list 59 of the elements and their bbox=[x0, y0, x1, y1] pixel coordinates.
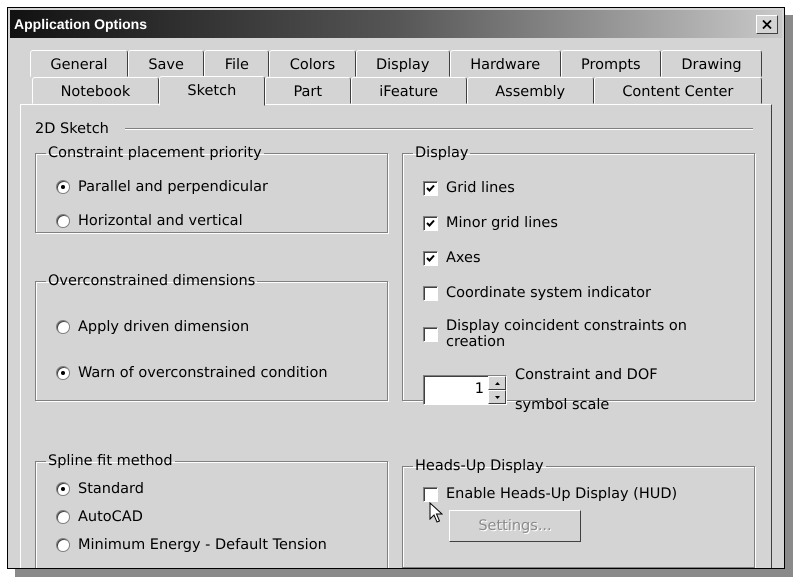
checkbox-label: Coordinate system indicator bbox=[446, 285, 651, 301]
checkbox-label: Enable Heads-Up Display (HUD) bbox=[446, 486, 678, 502]
tab[interactable]: Colors bbox=[269, 50, 356, 77]
radio-button[interactable] bbox=[56, 366, 70, 380]
radio-button[interactable] bbox=[56, 320, 70, 334]
radio-button[interactable] bbox=[56, 214, 70, 228]
window-title: Application Options bbox=[14, 16, 147, 32]
radio-button[interactable] bbox=[56, 482, 70, 496]
radio-label: AutoCAD bbox=[78, 509, 143, 525]
checkbox[interactable] bbox=[423, 286, 438, 300]
checkbox[interactable] bbox=[423, 486, 438, 502]
tab[interactable]: Drawing bbox=[660, 50, 762, 77]
spin-up-button[interactable] bbox=[488, 376, 506, 390]
section-title: 2D Sketch bbox=[35, 121, 109, 137]
group-title: Constraint placement priority bbox=[47, 145, 263, 161]
tab[interactable]: Assembly bbox=[466, 77, 594, 104]
spin-down-button[interactable] bbox=[488, 390, 506, 404]
cursor-icon bbox=[429, 502, 443, 524]
checkbox[interactable] bbox=[423, 250, 438, 266]
checkbox-label: Display coincident constraints on creation bbox=[446, 318, 688, 350]
checkbox-label: Axes bbox=[446, 250, 481, 266]
checkbox[interactable] bbox=[423, 180, 438, 196]
tab[interactable]: Display bbox=[356, 50, 450, 77]
tab[interactable]: Save bbox=[128, 50, 204, 77]
tab[interactable]: Part bbox=[264, 77, 351, 104]
radio-label: Warn of overconstrained condition bbox=[78, 365, 328, 381]
tab[interactable]: File bbox=[204, 50, 270, 77]
spin-label: Constraint and DOF symbol scale bbox=[515, 366, 659, 415]
radio-label: Parallel and perpendicular bbox=[78, 179, 268, 195]
tab[interactable]: iFeature bbox=[350, 77, 467, 104]
spin-field[interactable]: 1 bbox=[423, 375, 507, 405]
tab[interactable]: Prompts bbox=[560, 50, 661, 77]
tab[interactable]: Content Center bbox=[594, 77, 762, 104]
up-triangle-icon bbox=[494, 382, 500, 384]
close-icon bbox=[762, 20, 772, 28]
tab[interactable]: Sketch bbox=[158, 76, 265, 106]
group-title: Heads-Up Display bbox=[414, 458, 545, 474]
group-title: Spline fit method bbox=[47, 453, 174, 469]
radio-button[interactable] bbox=[56, 180, 70, 194]
down-triangle-icon bbox=[494, 396, 500, 398]
tab[interactable]: Hardware bbox=[450, 50, 561, 77]
checkmark-icon bbox=[426, 184, 435, 192]
group-title: Overconstrained dimensions bbox=[47, 273, 256, 289]
radio-button[interactable] bbox=[56, 510, 70, 524]
checkmark-icon bbox=[426, 218, 435, 228]
tab[interactable]: General bbox=[30, 50, 128, 77]
radio-label: Horizontal and vertical bbox=[78, 213, 243, 229]
radio-label: Apply driven dimension bbox=[78, 319, 250, 335]
checkbox-label: Minor grid lines bbox=[446, 215, 558, 231]
radio-label: Standard bbox=[78, 481, 144, 497]
tab[interactable]: Notebook bbox=[32, 77, 159, 104]
group-title: Display bbox=[414, 145, 470, 161]
checkbox[interactable] bbox=[423, 326, 438, 342]
radio-label: Minimum Energy - Default Tension bbox=[78, 537, 327, 553]
radio-button[interactable] bbox=[56, 538, 70, 552]
checkbox-label: Grid lines bbox=[446, 180, 515, 196]
close-button[interactable] bbox=[756, 14, 778, 34]
checkbox[interactable] bbox=[423, 216, 438, 230]
checkmark-icon bbox=[426, 254, 435, 262]
